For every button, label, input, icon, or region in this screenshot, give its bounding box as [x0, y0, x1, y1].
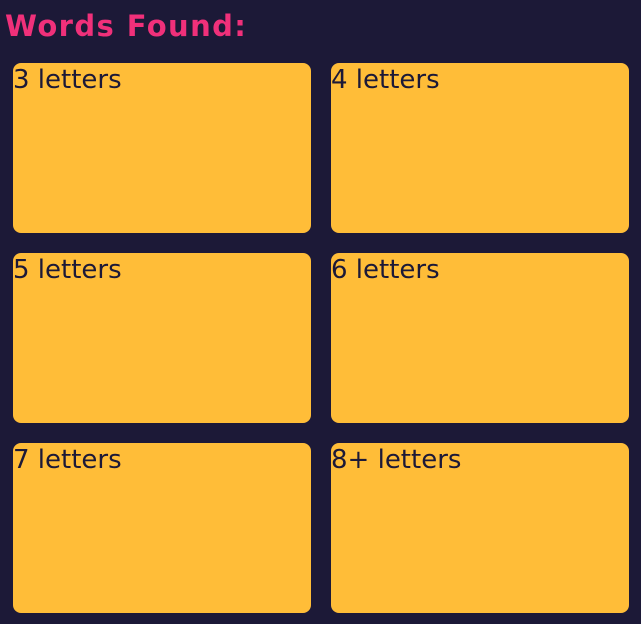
word-group-3-letters: 3 letters: [13, 63, 311, 233]
word-group-label: 3 letters: [13, 65, 122, 95]
word-group-label: 7 letters: [13, 445, 122, 475]
word-group-label: 5 letters: [13, 255, 122, 285]
word-group-8-plus-letters: 8+ letters: [331, 443, 629, 613]
word-group-7-letters: 7 letters: [13, 443, 311, 613]
word-group-label: 8+ letters: [331, 445, 462, 475]
word-groups-grid: 3 letters 4 letters 5 letters 6 letters …: [13, 63, 629, 613]
words-found-title: Words Found:: [5, 9, 248, 43]
word-group-label: 4 letters: [331, 65, 440, 95]
word-group-6-letters: 6 letters: [331, 253, 629, 423]
word-group-label: 6 letters: [331, 255, 440, 285]
word-group-5-letters: 5 letters: [13, 253, 311, 423]
word-group-4-letters: 4 letters: [331, 63, 629, 233]
